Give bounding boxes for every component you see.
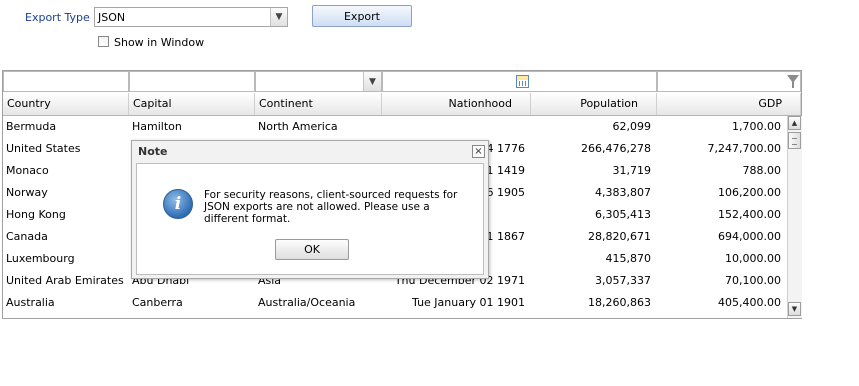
nationhood-filter-input[interactable]: [382, 71, 657, 92]
column-header-row: Country Capital Continent Nationhood Pop…: [3, 93, 801, 116]
cell-gdp: 694,000.00: [718, 230, 781, 243]
column-header-gdp[interactable]: GDP: [657, 93, 801, 115]
cell-gdp: 788.00: [742, 164, 782, 177]
export-type-select[interactable]: JSON ▼: [94, 7, 288, 27]
export-type-value: JSON: [98, 11, 126, 24]
show-in-window-label: Show in Window: [114, 36, 205, 49]
column-header-population[interactable]: Population: [531, 93, 657, 115]
ok-button[interactable]: OK: [275, 239, 349, 260]
chevron-down-icon[interactable]: ▼: [270, 8, 287, 26]
column-header-country[interactable]: Country: [3, 93, 129, 115]
country-filter-input[interactable]: [3, 71, 129, 92]
table-row[interactable]: Australia Canberra Australia/Oceania Tue Ja…: [3, 292, 787, 314]
column-header-capital[interactable]: Capital: [129, 93, 255, 115]
note-dialog: Note × i For security reasons, client-so…: [131, 140, 489, 279]
table-row[interactable]: Bermuda Hamilton North America 62,099 1,700.…: [3, 116, 787, 138]
capital-filter-input[interactable]: [129, 71, 255, 92]
cell-country: United States: [6, 142, 81, 155]
calendar-icon[interactable]: [516, 75, 529, 88]
dialog-message: For security reasons, client-sourced req…: [204, 189, 458, 225]
cell-country: Australia: [6, 296, 55, 309]
cell-population: 4,383,807: [595, 186, 651, 199]
export-type-label: Export Type :: [25, 11, 97, 24]
cell-gdp: 10,000.00: [725, 252, 781, 265]
cell-nationhood: [382, 116, 531, 138]
cell-population: 415,870: [605, 252, 652, 265]
scroll-up-icon[interactable]: ▲: [788, 116, 801, 130]
cell-country: Norway: [6, 186, 48, 199]
export-button[interactable]: Export: [312, 5, 412, 27]
vertical-scrollbar[interactable]: ▲ ▼: [787, 116, 802, 318]
show-in-window-checkbox[interactable]: [98, 36, 109, 47]
cell-population: 31,719: [612, 164, 652, 177]
column-header-continent[interactable]: Continent: [255, 93, 382, 115]
cell-population: 28,820,671: [588, 230, 651, 243]
cell-gdp: 405,400.00: [718, 296, 781, 309]
cell-country: Luxembourg: [6, 252, 75, 265]
dialog-body: i For security reasons, client-sourced r…: [136, 163, 484, 275]
cell-country: United Arab Emirates: [6, 274, 124, 287]
cell-country: Canada: [6, 230, 48, 243]
cell-gdp: 70,100.00: [725, 274, 781, 287]
gdp-filter-input[interactable]: [657, 71, 801, 92]
cell-gdp: 106,200.00: [718, 186, 781, 199]
dialog-title: Note: [138, 145, 168, 158]
cell-gdp: 7,247,700.00: [707, 142, 781, 155]
continent-filter-select[interactable]: ▼: [255, 71, 382, 92]
cell-population: 6,305,413: [595, 208, 651, 221]
cell-country: Monaco: [6, 164, 49, 177]
info-icon: i: [163, 189, 193, 219]
scrollbar-thumb[interactable]: [788, 132, 801, 149]
filter-row: ▼: [3, 71, 801, 93]
chevron-down-icon[interactable]: ▼: [363, 72, 381, 91]
cell-population: 266,476,278: [581, 142, 651, 155]
cell-capital: Hamilton: [132, 120, 182, 133]
scroll-down-icon[interactable]: ▼: [788, 302, 801, 316]
cell-country: Hong Kong: [6, 208, 66, 221]
cell-capital: Canberra: [132, 296, 183, 309]
cell-population: 3,057,337: [595, 274, 651, 287]
filter-funnel-icon[interactable]: [787, 75, 799, 88]
close-icon[interactable]: ×: [472, 145, 485, 158]
cell-population: 62,099: [612, 120, 652, 133]
cell-population: 18,260,863: [588, 296, 651, 309]
cell-country: Bermuda: [6, 120, 57, 133]
column-header-nationhood[interactable]: Nationhood: [382, 93, 531, 115]
cell-gdp: 1,700.00: [732, 120, 781, 133]
cell-gdp: 152,400.00: [718, 208, 781, 221]
cell-nationhood: Tue January 01 1901: [412, 296, 525, 309]
cell-continent: North America: [258, 120, 338, 133]
cell-continent: Australia/Oceania: [258, 296, 356, 309]
